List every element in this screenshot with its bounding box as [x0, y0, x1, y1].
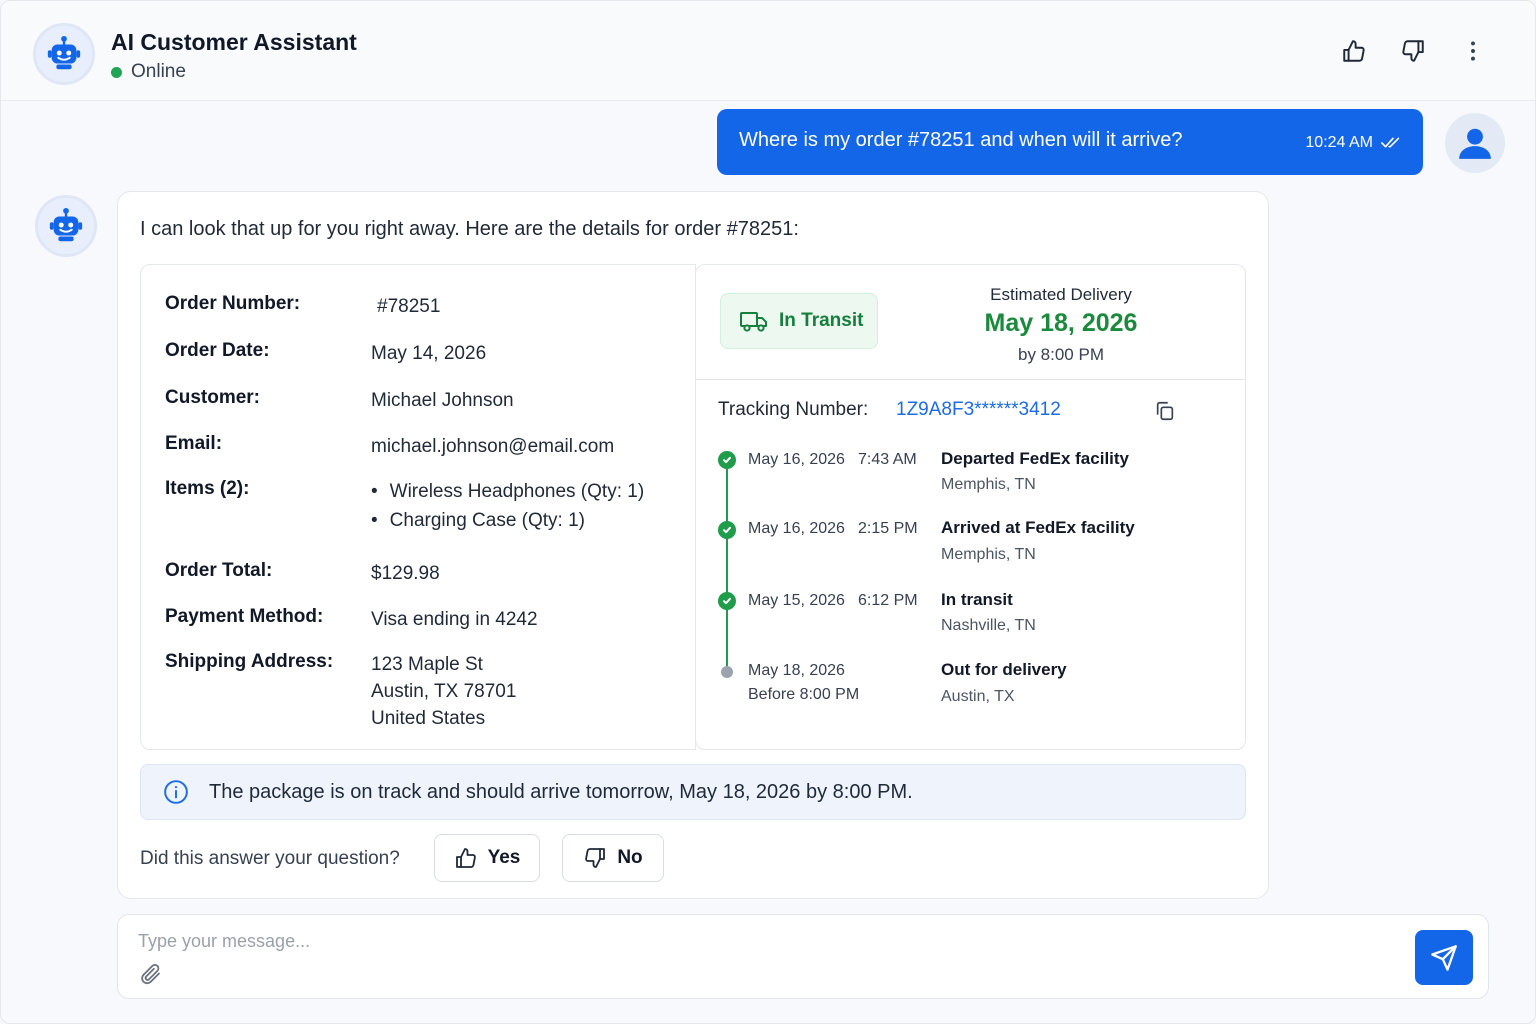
more-vertical-icon [1471, 41, 1475, 61]
event-date: May 16, 2026 [748, 520, 845, 537]
send-button[interactable] [1415, 930, 1473, 985]
bot-avatar [33, 23, 95, 85]
event-location: Memphis, TN [941, 476, 1036, 493]
feedback-no-button[interactable]: No [562, 834, 664, 882]
tracking-number-label: Tracking Number: [718, 399, 869, 420]
thumbs-down-icon [585, 848, 606, 868]
bot-intro-text: I can look that up for you right away. H… [140, 218, 799, 240]
timeline-check-icon [718, 451, 736, 469]
event-title: Departed FedEx facility [941, 449, 1130, 468]
event-time: 2:15 PM [858, 520, 918, 537]
timeline-line [726, 461, 728, 673]
order-number-label: Order Number: [165, 293, 301, 314]
email-value: michael.johnson@email.com [371, 436, 615, 457]
email-label: Email: [165, 433, 223, 454]
status-text: Online [131, 61, 186, 82]
more-options-button[interactable] [1457, 35, 1489, 67]
address-line: United States [371, 708, 486, 729]
event-location: Nashville, TN [941, 617, 1036, 634]
order-date-value: May 14, 2026 [371, 343, 487, 364]
feedback-yes-button[interactable]: Yes [434, 834, 540, 882]
feedback-question: Did this answer your question? [140, 848, 400, 869]
order-details-panel: Order Number: #78251 Order Date: May 14,… [140, 264, 696, 750]
chat-window: AI Customer Assistant Online Where is my… [0, 0, 1536, 1024]
divider [696, 379, 1245, 380]
thumbs-up-button[interactable] [1338, 35, 1370, 67]
payment-method-label: Payment Method: [165, 606, 324, 627]
event-date: May 16, 2026 [748, 451, 845, 468]
paperclip-icon [141, 963, 160, 985]
user-message-text: Where is my order #78251 and when will i… [739, 129, 1183, 151]
event-title: Out for delivery [941, 660, 1067, 679]
thumbs-down-button[interactable] [1397, 35, 1429, 67]
info-icon [164, 780, 188, 804]
send-icon [1431, 944, 1457, 971]
event-title: Arrived at FedEx facility [941, 518, 1135, 537]
message-composer [117, 914, 1489, 999]
timeline-check-icon [718, 592, 736, 610]
bot-message-avatar [35, 195, 97, 257]
estimated-delivery-date: May 18, 2026 [984, 309, 1138, 337]
payment-method-value: Visa ending in 4242 [371, 609, 538, 630]
message-timestamp: 10:24 AM [1305, 134, 1403, 152]
address-line: 123 Maple St [371, 654, 483, 675]
event-date: May 18, 2026 [748, 662, 845, 679]
user-avatar [1445, 113, 1505, 173]
estimated-delivery-time: by 8:00 PM [1018, 345, 1104, 364]
event-time: Before 8:00 PM [748, 686, 860, 703]
shipping-address-value: 123 Maple St Austin, TX 78701 United Sta… [371, 651, 701, 732]
yes-label: Yes [487, 847, 521, 868]
bot-message-card: I can look that up for you right away. H… [117, 191, 1269, 899]
online-dot-icon [111, 66, 122, 78]
shipping-address-label: Shipping Address: [165, 651, 334, 672]
list-item: Charging Case (Qty: 1) [371, 506, 701, 535]
event-location: Memphis, TN [941, 546, 1036, 563]
event-time: 7:43 AM [858, 451, 917, 468]
order-date-label: Order Date: [165, 340, 270, 361]
robot-icon [47, 35, 81, 70]
user-message-bubble: Where is my order #78251 and when will i… [717, 109, 1423, 175]
event-location: Austin, TX [941, 688, 1015, 705]
list-item: Wireless Headphones (Qty: 1) [371, 477, 701, 506]
transit-status-badge: In Transit [720, 293, 878, 349]
customer-value: Michael Johnson [371, 390, 514, 411]
customer-label: Customer: [165, 387, 261, 408]
double-check-icon [1381, 137, 1400, 148]
copy-button[interactable] [1152, 398, 1178, 424]
timestamp-text: 10:24 AM [1305, 134, 1373, 151]
message-input[interactable] [138, 927, 1338, 955]
attach-button[interactable] [138, 961, 164, 987]
timeline-pending-dot-icon [721, 666, 733, 678]
status-indicator: Online [111, 61, 186, 83]
estimated-delivery-label: Estimated Delivery [990, 285, 1132, 304]
order-total-label: Order Total: [165, 560, 273, 581]
address-line: Austin, TX 78701 [371, 681, 517, 702]
truck-icon [740, 312, 767, 332]
timeline-check-icon [718, 521, 736, 539]
tracking-panel: In Transit Estimated Delivery May 18, 20… [695, 264, 1246, 750]
event-time: 6:12 PM [858, 592, 918, 609]
transit-status-text: In Transit [779, 310, 864, 331]
chat-title: AI Customer Assistant [111, 29, 357, 55]
copy-icon [1156, 401, 1174, 421]
event-title: In transit [941, 590, 1013, 609]
no-label: No [617, 847, 643, 868]
items-label: Items (2): [165, 478, 250, 499]
tracking-number-link[interactable]: 1Z9A8F3******3412 [896, 399, 1061, 421]
info-banner: The package is on track and should arriv… [140, 764, 1246, 820]
order-number-value: #78251 [377, 296, 441, 317]
info-text: The package is on track and should arriv… [209, 780, 913, 803]
robot-icon [49, 207, 83, 242]
chat-header: AI Customer Assistant Online [1, 1, 1535, 101]
items-list: Wireless Headphones (Qty: 1) Charging Ca… [371, 477, 701, 535]
order-total-value: $129.98 [371, 563, 440, 584]
thumbs-down-icon [1402, 40, 1424, 62]
thumbs-up-icon [455, 848, 476, 868]
thumbs-up-icon [1343, 40, 1365, 62]
user-icon [1459, 128, 1491, 159]
event-date: May 15, 2026 [748, 592, 845, 609]
